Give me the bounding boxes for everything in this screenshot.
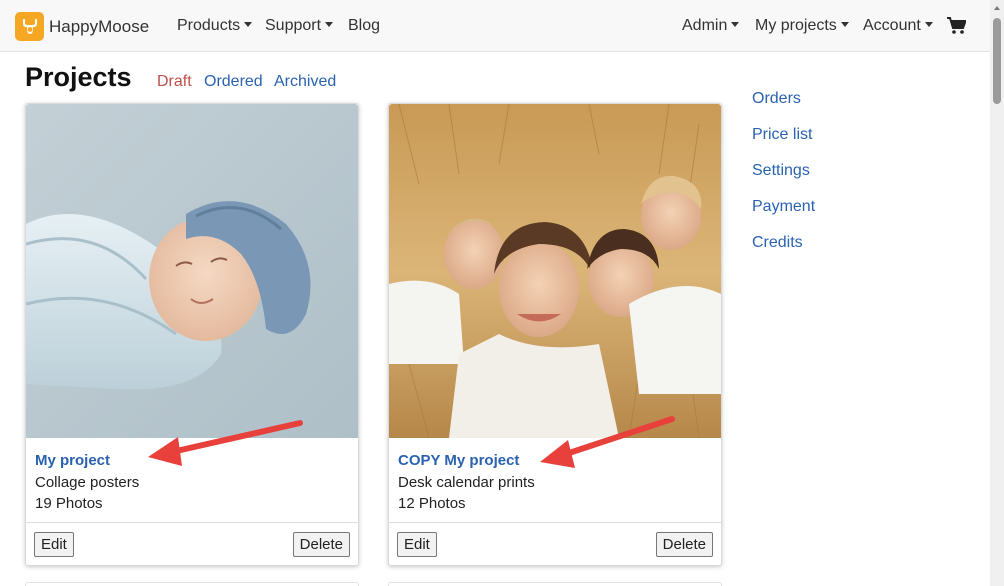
- moose-logo-icon: [15, 12, 44, 41]
- sidebar-link-settings[interactable]: Settings: [752, 162, 810, 180]
- page-title: Projects: [25, 62, 132, 92]
- page-scrollbar[interactable]: [990, 0, 1004, 586]
- nav-blog-label: Blog: [348, 17, 381, 34]
- chevron-down-icon: [325, 22, 334, 28]
- project-card-next-row: [388, 582, 722, 586]
- project-photo-count: 12 Photos: [398, 495, 466, 512]
- project-title-link[interactable]: My project: [35, 452, 110, 469]
- chevron-down-icon: [244, 22, 253, 28]
- scroll-up-arrow-icon[interactable]: [990, 2, 1004, 14]
- delete-project-button[interactable]: Delete: [292, 532, 350, 557]
- nav-admin-label: Admin: [682, 17, 728, 34]
- nav-support-label: Support: [265, 17, 322, 34]
- project-thumbnail-family[interactable]: [389, 104, 721, 438]
- edit-project-button[interactable]: Edit: [397, 532, 437, 557]
- nav-my-projects-menu[interactable]: My projects: [755, 17, 849, 35]
- sidebar-link-credits[interactable]: Credits: [752, 234, 803, 252]
- project-title-link[interactable]: COPY My project: [398, 452, 519, 469]
- edit-project-button[interactable]: Edit: [34, 532, 74, 557]
- nav-products-menu[interactable]: Products: [177, 17, 253, 35]
- shopping-cart-icon[interactable]: [947, 17, 967, 40]
- nav-my-projects-label: My projects: [755, 17, 837, 34]
- filter-ordered[interactable]: Ordered: [204, 73, 263, 91]
- brand-link[interactable]: HappyMoose: [15, 12, 149, 41]
- sidebar-link-orders[interactable]: Orders: [752, 90, 801, 108]
- project-card: My project Collage posters 19 Photos Edi…: [25, 103, 359, 566]
- chevron-down-icon: [731, 22, 740, 28]
- card-divider: [389, 522, 721, 523]
- card-divider: [26, 522, 358, 523]
- nav-admin-menu[interactable]: Admin: [682, 17, 740, 35]
- brand-name: HappyMoose: [49, 16, 150, 36]
- project-card: COPY My project Desk calendar prints 12 …: [388, 103, 722, 566]
- nav-blog-link[interactable]: Blog: [348, 17, 380, 35]
- filter-draft[interactable]: Draft: [157, 73, 192, 91]
- sidebar-link-price-list[interactable]: Price list: [752, 126, 812, 144]
- project-product: Desk calendar prints: [398, 474, 535, 491]
- nav-support-menu[interactable]: Support: [265, 17, 334, 35]
- nav-products-label: Products: [177, 17, 241, 34]
- project-product: Collage posters: [35, 474, 140, 491]
- chevron-down-icon: [840, 22, 849, 28]
- sidebar-link-payment[interactable]: Payment: [752, 198, 815, 216]
- delete-project-button[interactable]: Delete: [655, 532, 713, 557]
- chevron-down-icon: [924, 22, 933, 28]
- project-thumbnail-baby[interactable]: [26, 104, 358, 438]
- nav-account-label: Account: [863, 17, 921, 34]
- top-navbar: HappyMoose Products Support Blog Admin M…: [0, 0, 990, 52]
- project-card-next-row: [25, 582, 359, 586]
- project-photo-count: 19 Photos: [35, 495, 103, 512]
- nav-account-menu[interactable]: Account: [863, 17, 933, 35]
- scrollbar-thumb[interactable]: [993, 18, 1001, 104]
- filter-archived[interactable]: Archived: [274, 73, 336, 91]
